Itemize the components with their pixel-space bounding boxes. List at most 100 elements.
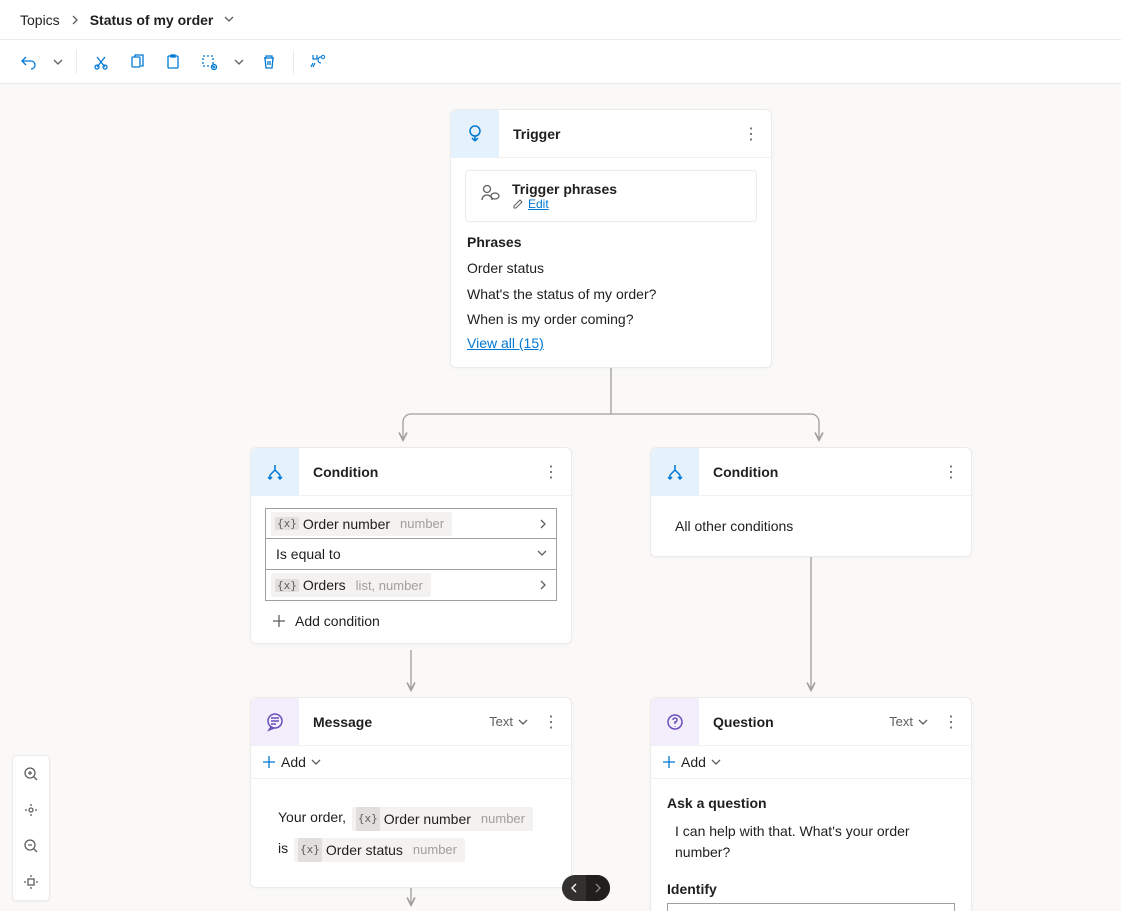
condition2-menu[interactable]: ⋮: [935, 462, 967, 482]
trigger-edit-link[interactable]: Edit: [512, 197, 617, 211]
chevron-right-icon: [538, 516, 548, 532]
message-menu[interactable]: ⋮: [535, 712, 567, 732]
chevron-down-icon: [223, 12, 235, 28]
pager-next[interactable]: [586, 875, 610, 901]
view-all-link[interactable]: View all (15): [467, 333, 544, 351]
message-type-selector[interactable]: Text: [489, 714, 529, 729]
var-type: number: [475, 805, 525, 834]
chevron-down-icon: [917, 716, 929, 728]
canvas: Trigger ⋮ Trigger phrases Edit Phrases O…: [0, 84, 1121, 911]
edit-label: Edit: [528, 197, 549, 211]
message-variation-pager[interactable]: [562, 875, 610, 901]
variable-chip: {x} Order number number: [352, 807, 533, 831]
copy-button[interactable]: [121, 46, 153, 78]
condition1-operator-field[interactable]: Is equal to: [265, 539, 557, 570]
msg-text: Your order,: [278, 809, 350, 825]
condition2-title: Condition: [699, 464, 935, 480]
var-type: number: [407, 836, 457, 865]
var-name: Order status: [326, 835, 403, 866]
undo-button[interactable]: [12, 46, 44, 78]
toolbar: [0, 40, 1121, 84]
identify-field[interactable]: [667, 903, 955, 911]
pager-prev[interactable]: [562, 875, 586, 901]
operator-label: Is equal to: [266, 546, 556, 562]
question-icon: [651, 698, 699, 746]
message-body[interactable]: Your order, {x} Order number number is {…: [259, 787, 563, 879]
zoom-in-button[interactable]: [13, 756, 49, 792]
selection-button[interactable]: [193, 46, 225, 78]
question-type-label: Text: [889, 714, 913, 729]
chevron-down-icon: [310, 756, 322, 768]
breadcrumb-current[interactable]: Status of my order: [90, 12, 236, 28]
cut-button[interactable]: [85, 46, 117, 78]
question-body: Ask a question I can help with that. Wha…: [651, 779, 971, 911]
phrase-item: Order status: [467, 256, 755, 282]
plus-icon: [261, 754, 277, 770]
trigger-header: Trigger ⋮: [451, 110, 771, 158]
trigger-title: Trigger: [499, 126, 735, 142]
branch-icon: [651, 448, 699, 496]
breadcrumb-current-label: Status of my order: [90, 12, 214, 28]
message-title: Message: [299, 714, 489, 730]
add-label: Add: [281, 754, 306, 770]
undo-split-button[interactable]: [48, 46, 68, 78]
var-name: Order number: [303, 516, 390, 532]
selection-split-button[interactable]: [229, 46, 249, 78]
message-card: Message Text ⋮ Add Your order, {x} Order…: [250, 697, 572, 888]
zoom-controls: [12, 755, 50, 901]
breadcrumb-root[interactable]: Topics: [20, 12, 60, 28]
plus-icon: [271, 613, 287, 629]
message-add-button[interactable]: Add: [251, 746, 571, 779]
toolbar-separator: [293, 50, 294, 74]
var-type: list, number: [350, 578, 423, 593]
condition-card-1: Condition ⋮ {x} Order number number Is e…: [250, 447, 572, 644]
add-condition-label: Add condition: [295, 613, 380, 629]
identify-label: Identify: [667, 881, 955, 897]
condition1-menu[interactable]: ⋮: [535, 462, 567, 482]
question-add-button[interactable]: Add: [651, 746, 971, 779]
condition2-header: Condition ⋮: [651, 448, 971, 496]
phrases-header: Phrases: [467, 234, 755, 250]
message-type-label: Text: [489, 714, 513, 729]
fx-icon: {x}: [356, 807, 380, 831]
paste-button[interactable]: [157, 46, 189, 78]
chevron-down-icon: [710, 756, 722, 768]
trigger-phrases-title: Trigger phrases: [512, 181, 617, 197]
phrase-item: When is my order coming?: [467, 307, 755, 333]
toolbar-separator: [76, 50, 77, 74]
msg-text: is: [278, 840, 292, 856]
var-type: number: [394, 516, 444, 531]
trigger-icon: [451, 110, 499, 158]
condition1-title: Condition: [299, 464, 535, 480]
trigger-phrases-box[interactable]: Trigger phrases Edit: [465, 170, 757, 222]
chevron-down-icon: [536, 546, 548, 562]
fx-icon: {x}: [298, 838, 322, 862]
chevron-down-icon: [517, 716, 529, 728]
zoom-out-button[interactable]: [13, 828, 49, 864]
condition1-variable-field[interactable]: {x} Order number number: [265, 508, 557, 539]
fx-icon: {x}: [275, 579, 299, 592]
condition1-value-field[interactable]: {x} Orders list, number: [265, 570, 557, 601]
chevron-right-icon: [70, 12, 80, 28]
condition1-header: Condition ⋮: [251, 448, 571, 496]
var-name: Order number: [384, 804, 471, 835]
ask-question-text[interactable]: I can help with that. What's your order …: [667, 817, 955, 875]
question-card: Question Text ⋮ Add Ask a question I can…: [650, 697, 972, 911]
pencil-icon: [512, 198, 524, 210]
question-title: Question: [699, 714, 889, 730]
variable-chip: {x} Order number number: [271, 512, 452, 536]
delete-button[interactable]: [253, 46, 285, 78]
branch-icon: [251, 448, 299, 496]
chevron-right-icon: [538, 577, 548, 593]
question-menu[interactable]: ⋮: [935, 712, 967, 732]
zoom-reset-button[interactable]: [13, 864, 49, 900]
phrase-item: What's the status of my order?: [467, 282, 755, 308]
zoom-fit-button[interactable]: [13, 792, 49, 828]
message-icon: [251, 698, 299, 746]
variable-button[interactable]: [302, 46, 334, 78]
trigger-menu[interactable]: ⋮: [735, 124, 767, 144]
add-condition-button[interactable]: Add condition: [265, 601, 557, 629]
variable-chip: {x} Order status number: [294, 838, 465, 862]
phrases-block: Phrases Order status What's the status o…: [451, 222, 771, 367]
question-type-selector[interactable]: Text: [889, 714, 929, 729]
